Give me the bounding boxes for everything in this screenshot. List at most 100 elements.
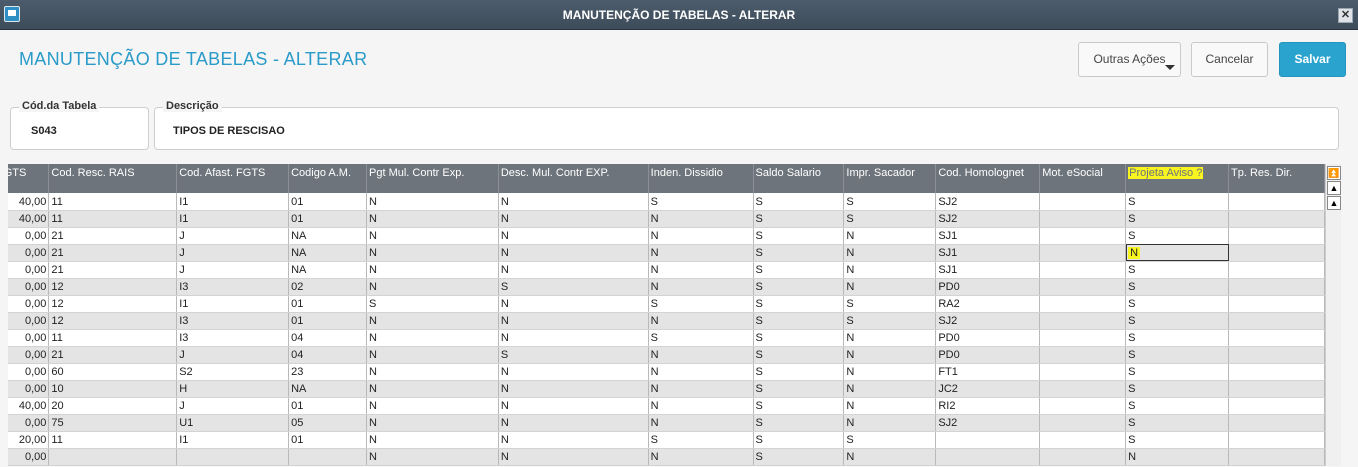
table-cell[interactable]: S — [843, 210, 937, 228]
scroll-up-icon[interactable]: ▲ — [1327, 196, 1341, 210]
table-cell[interactable]: 75 — [48, 414, 178, 432]
table-cell[interactable]: 01 — [288, 397, 368, 415]
table-cell[interactable] — [1039, 193, 1127, 211]
table-cell[interactable]: J — [176, 397, 290, 415]
table-cell[interactable]: N — [366, 346, 499, 364]
table-cell[interactable]: S — [753, 210, 845, 228]
table-cell[interactable]: 12 — [48, 295, 178, 313]
table-cell[interactable]: N — [1125, 244, 1230, 262]
table-cell[interactable]: S — [498, 346, 649, 364]
table-cell[interactable] — [1228, 397, 1325, 415]
table-cell[interactable]: 11 — [48, 193, 178, 211]
table-cell[interactable]: N — [843, 397, 937, 415]
table-cell[interactable]: S — [498, 278, 649, 296]
table-cell[interactable]: N — [498, 193, 649, 211]
table-cell[interactable]: PD0 — [935, 346, 1041, 364]
table-cell[interactable]: N — [648, 210, 754, 228]
column-header[interactable]: Mot. eSocial — [1039, 164, 1127, 193]
outras-acoes-button[interactable]: Outras Ações — [1078, 42, 1181, 77]
table-cell[interactable]: N — [498, 380, 649, 398]
table-cell[interactable]: N — [366, 193, 499, 211]
table-cell[interactable] — [1228, 227, 1325, 245]
table-cell[interactable]: RI2 — [935, 397, 1041, 415]
table-cell[interactable]: 04 — [288, 329, 368, 347]
table-cell[interactable]: SJ1 — [935, 244, 1041, 262]
table-cell[interactable]: S — [843, 295, 937, 313]
table-row[interactable]: 0,00 11 I3 04 N N S S N PD0 S — [8, 329, 1325, 347]
table-cell[interactable]: N — [498, 414, 649, 432]
table-cell[interactable]: S — [753, 346, 845, 364]
table-cell[interactable] — [1039, 363, 1127, 381]
table-cell[interactable] — [1228, 312, 1325, 330]
table-cell[interactable]: 10 — [48, 380, 178, 398]
table-row[interactable]: 0,00 60 S2 23 N N N S N FT1 S — [8, 363, 1325, 381]
table-cell[interactable]: 12 — [48, 278, 178, 296]
table-cell[interactable]: 0,00 — [8, 227, 50, 245]
table-cell[interactable]: I1 — [176, 295, 290, 313]
table-cell[interactable]: 0,00 — [8, 363, 50, 381]
table-cell[interactable]: N — [498, 210, 649, 228]
table-cell[interactable]: N — [366, 448, 499, 466]
table-row[interactable]: 0,00 10 H NA N N N S N JC2 S — [8, 380, 1325, 398]
table-cell[interactable] — [1228, 363, 1325, 381]
table-cell[interactable] — [1228, 431, 1325, 449]
column-header[interactable]: Pgt Mul. Contr Exp. — [366, 164, 499, 193]
table-cell[interactable]: 21 — [48, 244, 178, 262]
save-button[interactable]: Salvar — [1279, 42, 1346, 77]
table-cell[interactable]: N — [648, 346, 754, 364]
table-cell[interactable]: N — [366, 397, 499, 415]
table-cell[interactable]: S2 — [176, 363, 290, 381]
table-cell[interactable]: N — [648, 397, 754, 415]
table-cell[interactable]: N — [366, 380, 499, 398]
table-cell[interactable]: N — [1125, 448, 1230, 466]
table-cell[interactable]: S — [366, 295, 499, 313]
table-cell[interactable]: 23 — [288, 363, 368, 381]
table-cell[interactable]: S — [843, 193, 937, 211]
table-cell[interactable]: N — [843, 414, 937, 432]
table-cell[interactable]: N — [498, 244, 649, 262]
table-cell[interactable]: 0,00 — [8, 278, 50, 296]
table-cell[interactable] — [1039, 295, 1127, 313]
table-row[interactable]: 40,00 20 J 01 N N N S N RI2 S — [8, 397, 1325, 415]
table-cell[interactable] — [1039, 431, 1127, 449]
table-cell[interactable]: S — [1125, 210, 1230, 228]
table-cell[interactable]: N — [498, 431, 649, 449]
table-cell[interactable]: S — [648, 329, 754, 347]
table-cell[interactable]: S — [1125, 193, 1230, 211]
table-cell[interactable]: N — [843, 244, 937, 262]
table-cell[interactable]: PD0 — [935, 278, 1041, 296]
table-cell[interactable]: 11 — [48, 329, 178, 347]
table-cell[interactable]: J — [176, 244, 290, 262]
table-cell[interactable]: N — [366, 363, 499, 381]
table-cell[interactable] — [1039, 227, 1127, 245]
table-cell[interactable]: I1 — [176, 431, 290, 449]
table-cell[interactable]: PD0 — [935, 329, 1041, 347]
table-cell[interactable]: N — [366, 329, 499, 347]
table-cell[interactable]: S — [753, 295, 845, 313]
table-cell[interactable]: SJ1 — [935, 227, 1041, 245]
table-cell[interactable]: 01 — [288, 312, 368, 330]
table-cell[interactable]: N — [648, 312, 754, 330]
table-cell[interactable] — [1039, 414, 1127, 432]
column-header[interactable]: Cod. Resc. RAIS — [48, 164, 178, 193]
table-cell[interactable]: N — [648, 227, 754, 245]
table-cell[interactable]: S — [1125, 295, 1230, 313]
table-cell[interactable] — [1228, 346, 1325, 364]
data-grid[interactable]: FGTS Cod. Resc. RAIS Cod. Afast. FGTS Codig… — [8, 164, 1325, 466]
table-cell[interactable]: 01 — [288, 193, 368, 211]
table-row[interactable]: 0,00 21 J NA N N N S N SJ1 S — [8, 227, 1325, 245]
table-row[interactable]: 0,00 N N N S N N — [8, 448, 1325, 466]
table-cell[interactable] — [1039, 380, 1127, 398]
table-cell[interactable]: 0,00 — [8, 244, 50, 262]
table-cell[interactable]: SJ2 — [935, 312, 1041, 330]
table-cell[interactable] — [1039, 278, 1127, 296]
table-cell[interactable]: N — [648, 448, 754, 466]
table-cell[interactable]: S — [648, 295, 754, 313]
table-cell[interactable]: S — [753, 414, 845, 432]
table-cell[interactable] — [1228, 414, 1325, 432]
table-cell[interactable] — [1228, 329, 1325, 347]
table-cell[interactable]: S — [753, 431, 845, 449]
table-cell[interactable] — [1039, 210, 1127, 228]
table-cell[interactable]: S — [753, 244, 845, 262]
table-cell[interactable]: S — [753, 363, 845, 381]
